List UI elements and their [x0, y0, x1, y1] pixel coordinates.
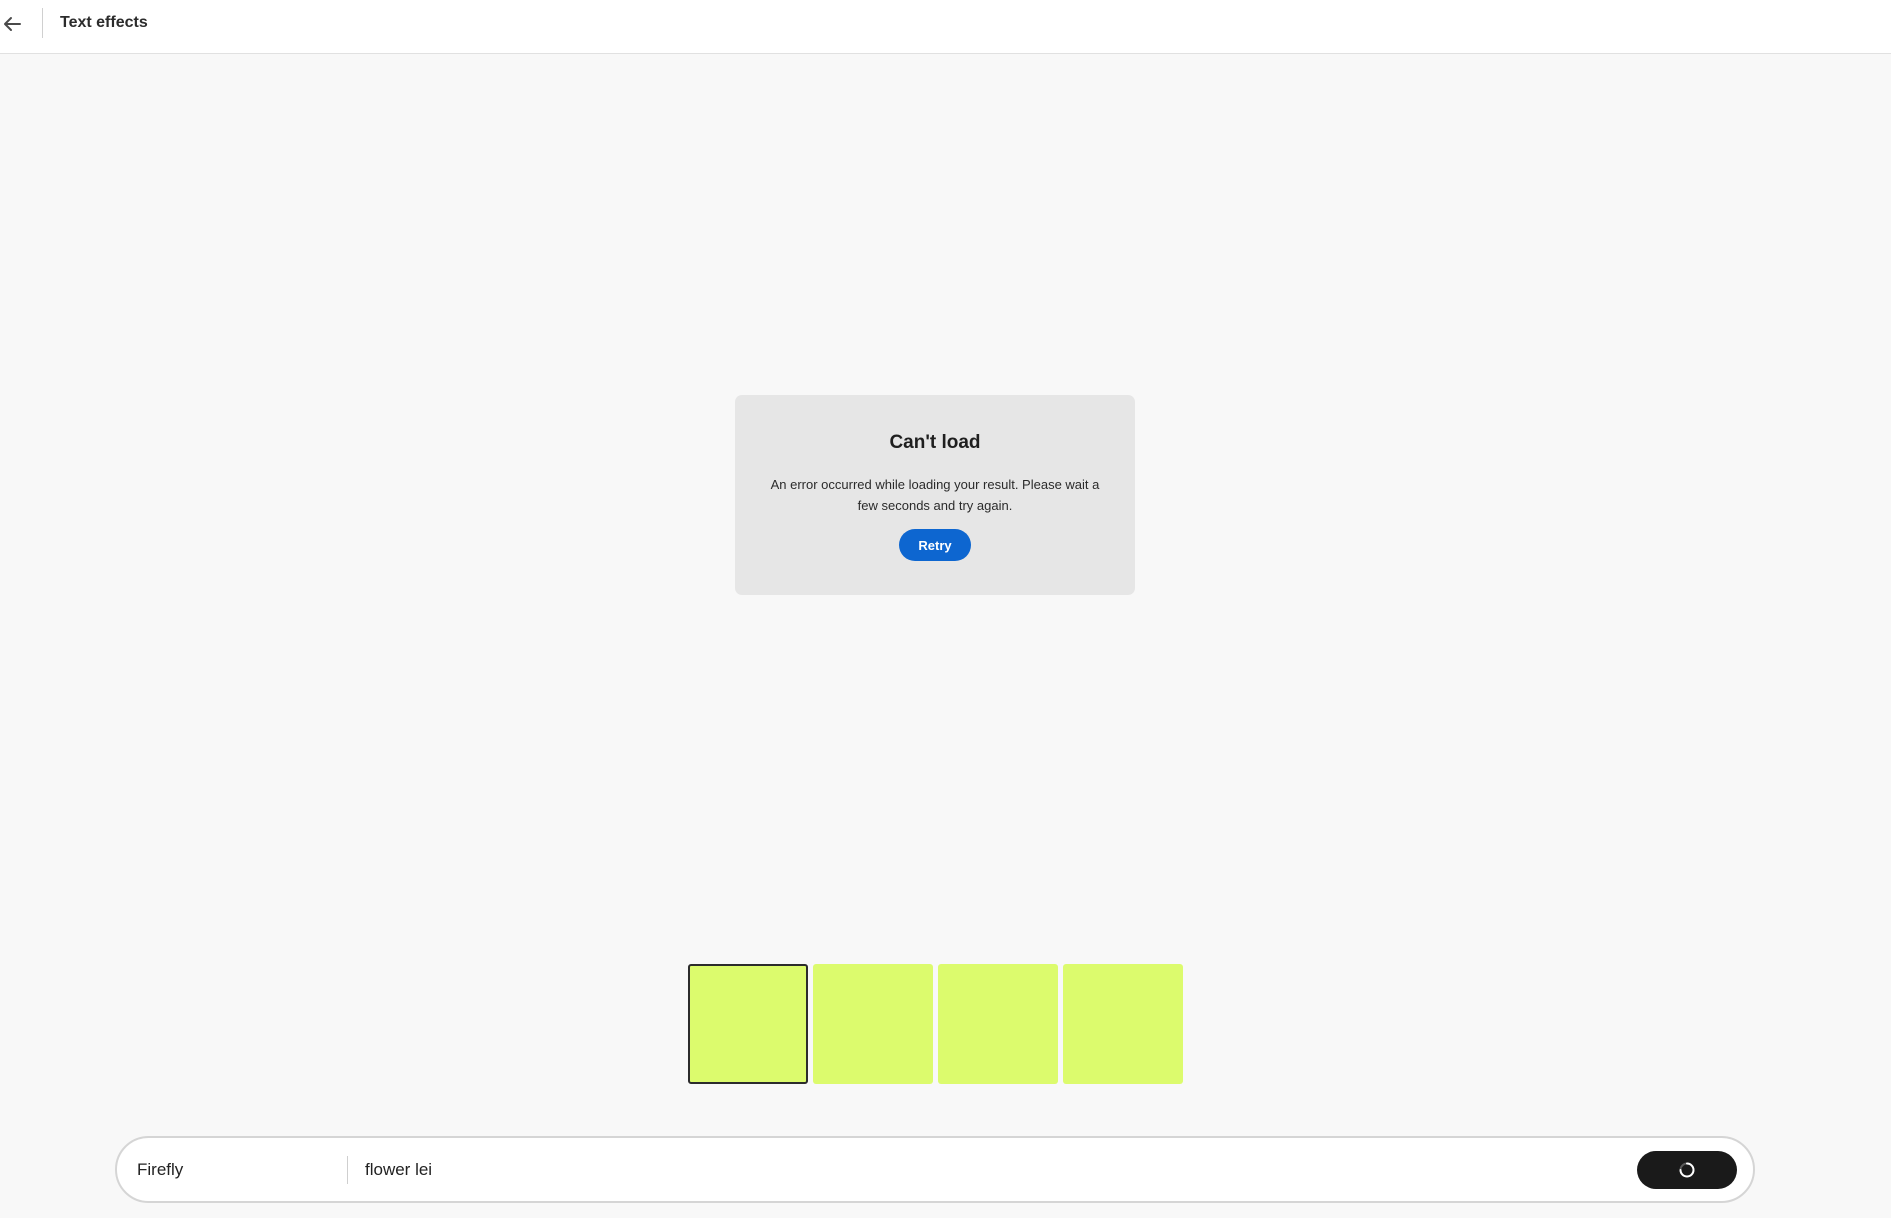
loading-spinner-icon: [1679, 1162, 1695, 1178]
arrow-left-icon: [4, 17, 21, 31]
thumbnail-2[interactable]: [813, 964, 933, 1084]
header-divider: [42, 8, 43, 38]
retry-button[interactable]: Retry: [899, 529, 971, 561]
error-card: Can't load An error occurred while loadi…: [735, 395, 1135, 595]
generate-button[interactable]: [1637, 1151, 1737, 1189]
error-message: An error occurred while loading your res…: [770, 477, 1100, 513]
thumbnail-4[interactable]: [1063, 964, 1183, 1084]
back-button[interactable]: [0, 11, 24, 37]
error-title: Can't load: [889, 432, 981, 453]
prompt-bar: Firefly: [115, 1136, 1755, 1203]
thumbnail-3[interactable]: [938, 964, 1058, 1084]
prompt-input[interactable]: [365, 1152, 1365, 1188]
model-selector[interactable]: Firefly: [137, 1160, 183, 1180]
top-bar: Text effects: [0, 0, 1891, 54]
prompt-divider: [347, 1156, 348, 1184]
page-title: Text effects: [60, 14, 148, 31]
thumbnail-1[interactable]: [688, 964, 808, 1084]
